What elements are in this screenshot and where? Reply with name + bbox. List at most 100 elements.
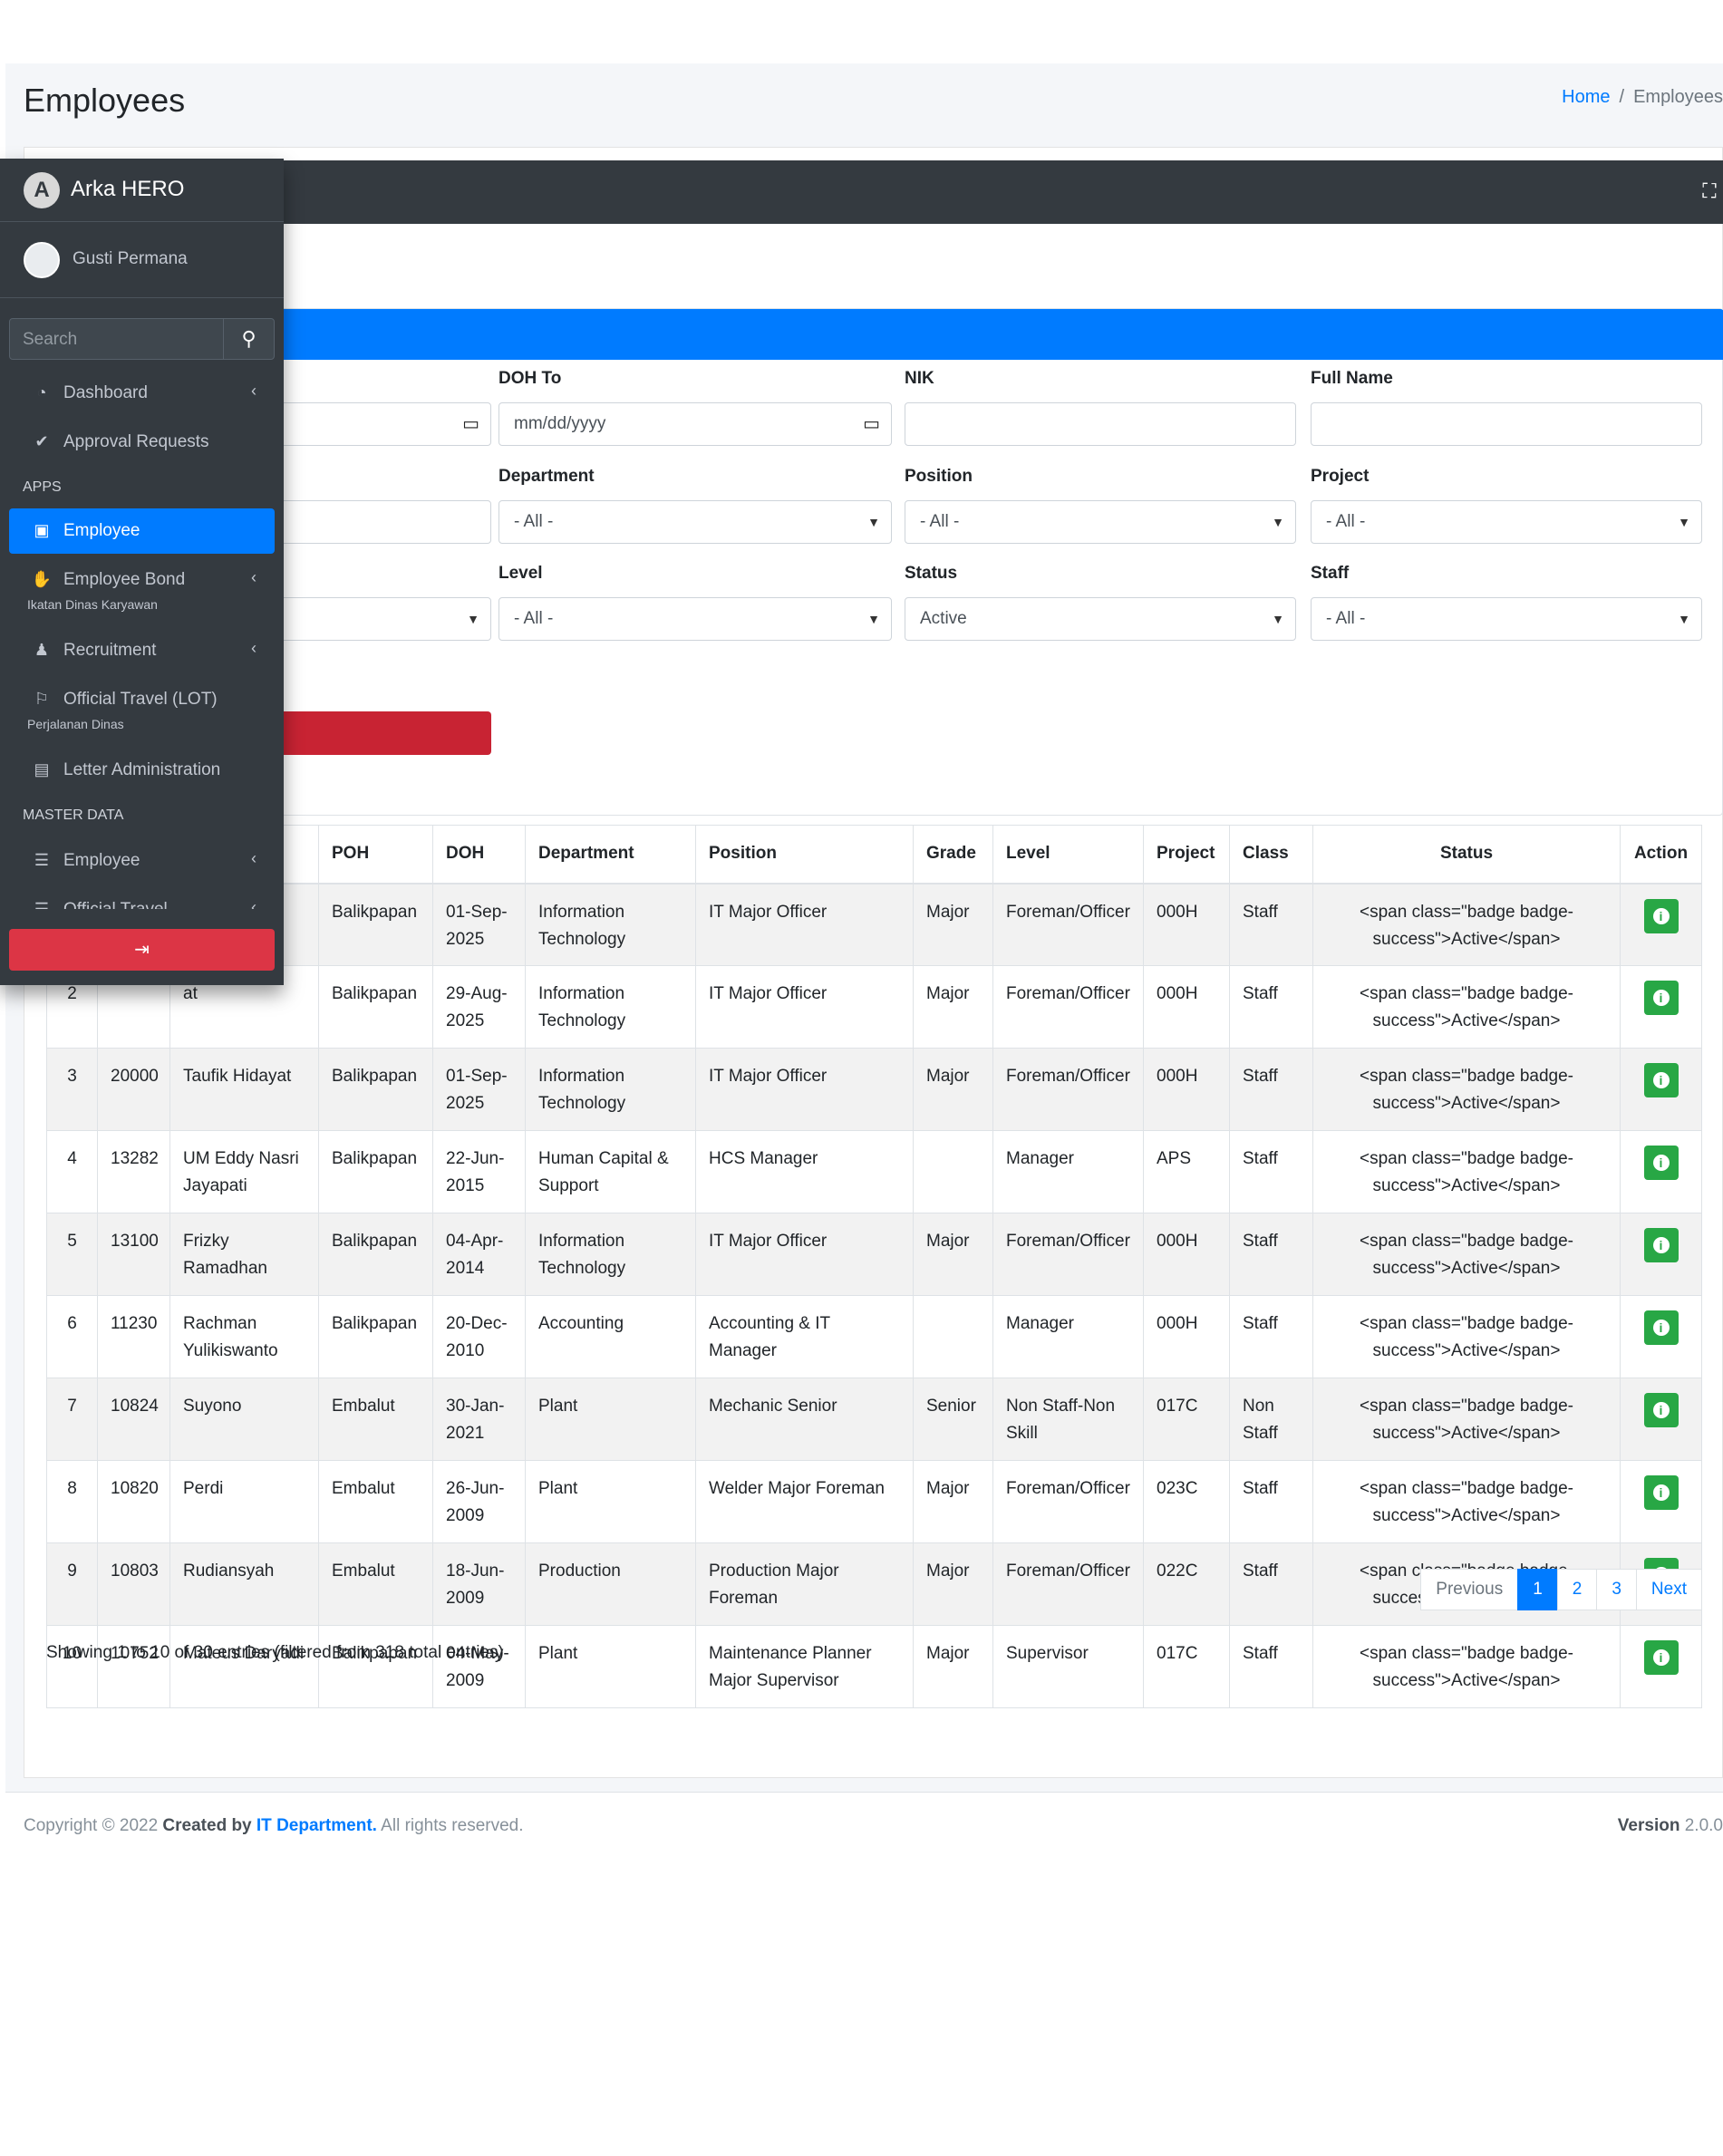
- cell-dept: Human Capital & Support: [525, 1130, 696, 1213]
- detail-button[interactable]: i: [1643, 1393, 1679, 1427]
- logout-button[interactable]: ⇥: [9, 929, 275, 971]
- column-header-position[interactable]: Position: [695, 825, 914, 885]
- department-select[interactable]: - All - ▼: [499, 500, 892, 544]
- column-header-level[interactable]: Level: [992, 825, 1144, 885]
- cell-nik: 10824: [97, 1378, 170, 1461]
- column-header-grade[interactable]: Grade: [913, 825, 993, 885]
- cell-name: Frizky Ramadhan: [169, 1213, 319, 1296]
- cell-level: Manager: [992, 1295, 1144, 1378]
- detail-button[interactable]: i: [1643, 1063, 1679, 1097]
- sidebar-item-master-official-travel[interactable]: ☰ Official Travel ‹: [9, 887, 275, 909]
- pagination-next[interactable]: Next: [1635, 1569, 1702, 1610]
- breadcrumb-home-link[interactable]: Home: [1562, 87, 1610, 107]
- column-header-department[interactable]: Department: [525, 825, 696, 885]
- brand-bold: HERO: [121, 177, 185, 201]
- cell-project: 023C: [1143, 1460, 1230, 1543]
- table-row: 1Balikpapan01-Sep-2025Information Techno…: [46, 883, 1702, 966]
- column-header-project[interactable]: Project: [1143, 825, 1230, 885]
- cell-class: Staff: [1229, 1295, 1313, 1378]
- cell-position: Maintenance Planner Major Supervisor: [695, 1625, 914, 1708]
- cell-level: Non Staff-Non Skill: [992, 1378, 1144, 1461]
- detail-button[interactable]: i: [1643, 1310, 1679, 1345]
- detail-button[interactable]: i: [1643, 1146, 1679, 1180]
- cell-dept: Plant: [525, 1625, 696, 1708]
- sidebar-item-recruitment[interactable]: ♟ Recruitment ‹: [9, 628, 275, 673]
- level-select[interactable]: - All - ▼: [499, 597, 892, 641]
- nik-input[interactable]: [905, 402, 1296, 446]
- sidebar-item-dashboard[interactable]: ◔ Dashboard ‹: [9, 371, 275, 416]
- position-select[interactable]: - All - ▼: [905, 500, 1296, 544]
- sidebar-item-approval-requests[interactable]: ✔ Approval Requests: [9, 420, 275, 465]
- cell-action: i: [1620, 965, 1702, 1049]
- chevron-down-icon: ▼: [467, 612, 479, 626]
- cell-dept: Production: [525, 1542, 696, 1626]
- pagination-page-2[interactable]: 2: [1556, 1569, 1598, 1610]
- cell-class: Staff: [1229, 883, 1313, 966]
- sidebar-item-label: Official Travel (LOT): [63, 690, 218, 709]
- calendar-icon[interactable]: ▭: [462, 403, 479, 445]
- sidebar-search-input[interactable]: Search ⚲: [9, 318, 275, 360]
- status-select[interactable]: Active ▼: [905, 597, 1296, 641]
- pagination-page-3[interactable]: 3: [1596, 1569, 1637, 1610]
- cell-action: i: [1620, 1048, 1702, 1131]
- cell-poh: Balikpapan: [318, 1625, 433, 1708]
- detail-button[interactable]: i: [1643, 1475, 1679, 1510]
- info-icon: i: [1652, 990, 1670, 1006]
- column-header-doh[interactable]: DOH: [432, 825, 526, 885]
- cell-no: 6: [46, 1295, 98, 1378]
- cell-level: Foreman/Officer: [992, 883, 1144, 966]
- column-header-class[interactable]: Class: [1229, 825, 1313, 885]
- calendar-icon[interactable]: ▭: [863, 403, 880, 445]
- project-label: Project: [1311, 467, 1370, 486]
- it-department-link[interactable]: IT Department.: [257, 1816, 377, 1835]
- sidebar-item-letter-administration[interactable]: ▤ Letter Administration: [9, 748, 275, 793]
- pagination: Previous 1 2 3 Next: [1420, 1569, 1702, 1610]
- cell-class: Staff: [1229, 1048, 1313, 1131]
- cell-doh: 30-Jan-2021: [432, 1378, 526, 1461]
- cell-grade: Major: [913, 965, 993, 1049]
- sidebar: A Arka HERO Gusti Permana Search ⚲ ◔ Das…: [0, 159, 284, 985]
- user-tie-icon: ♟: [34, 641, 50, 659]
- detail-button[interactable]: i: [1643, 981, 1679, 1015]
- sidebar-item-official-travel[interactable]: ⚐ Official Travel (LOT) Perjalanan Dinas: [9, 677, 275, 737]
- cell-status: <span class="badge badge-success">Active…: [1312, 883, 1621, 966]
- sidebar-item-master-employee[interactable]: ☰ Employee ‹: [9, 838, 275, 884]
- sidebar-item-employee-bond[interactable]: ✋ Employee Bond ‹ Ikatan Dinas Karyawan: [9, 557, 275, 617]
- cell-doh: 20-Dec-2010: [432, 1295, 526, 1378]
- sidebar-item-label: Letter Administration: [63, 760, 221, 779]
- full-name-input[interactable]: [1311, 402, 1702, 446]
- filter-card-header[interactable]: [47, 309, 1723, 360]
- cell-status: <span class="badge badge-success">Active…: [1312, 1213, 1621, 1296]
- staff-select[interactable]: - All - ▼: [1311, 597, 1702, 641]
- table-row: 8 10820 Perdi Embalut 26-Jun-2009 Plant Welder…: [46, 1460, 1702, 1543]
- cell-class: Non Staff: [1229, 1378, 1313, 1461]
- position-value: - All -: [920, 512, 960, 531]
- search-icon[interactable]: ⚲: [223, 319, 274, 359]
- detail-button[interactable]: i: [1643, 1640, 1679, 1675]
- sidebar-item-label: Approval Requests: [63, 432, 209, 451]
- cell-class: Staff: [1229, 1542, 1313, 1626]
- detail-button[interactable]: i: [1643, 898, 1679, 933]
- pagination-previous[interactable]: Previous: [1420, 1569, 1519, 1610]
- cell-project: 022C: [1143, 1542, 1230, 1626]
- column-header-status[interactable]: Status: [1312, 825, 1621, 885]
- sign-out-icon: ⇥: [134, 940, 150, 960]
- pagination-page-1[interactable]: 1: [1517, 1569, 1558, 1610]
- doh-to-input[interactable]: mm/dd/yyyy ▭: [499, 402, 892, 446]
- user-panel[interactable]: Gusti Permana: [0, 222, 284, 298]
- cell-poh: Balikpapan: [318, 965, 433, 1049]
- cell-grade: [913, 1295, 993, 1378]
- cell-class: Staff: [1229, 1625, 1313, 1708]
- brand-link[interactable]: A Arka HERO: [0, 159, 284, 222]
- sidebar-item-employee[interactable]: ▣ Employee: [9, 508, 275, 554]
- cell-nik: 10803: [97, 1542, 170, 1626]
- sidebar-item-label: Dashboard: [63, 383, 148, 402]
- column-header-poh[interactable]: POH: [318, 825, 433, 885]
- status-value: Active: [920, 609, 967, 628]
- project-select[interactable]: - All - ▼: [1311, 500, 1702, 544]
- cell-nik: 10820: [97, 1460, 170, 1543]
- cell-action: i: [1620, 1625, 1702, 1708]
- detail-button[interactable]: i: [1643, 1228, 1679, 1262]
- expand-icon[interactable]: ⛶: [1699, 180, 1720, 202]
- cell-dept: Information Technology: [525, 883, 696, 966]
